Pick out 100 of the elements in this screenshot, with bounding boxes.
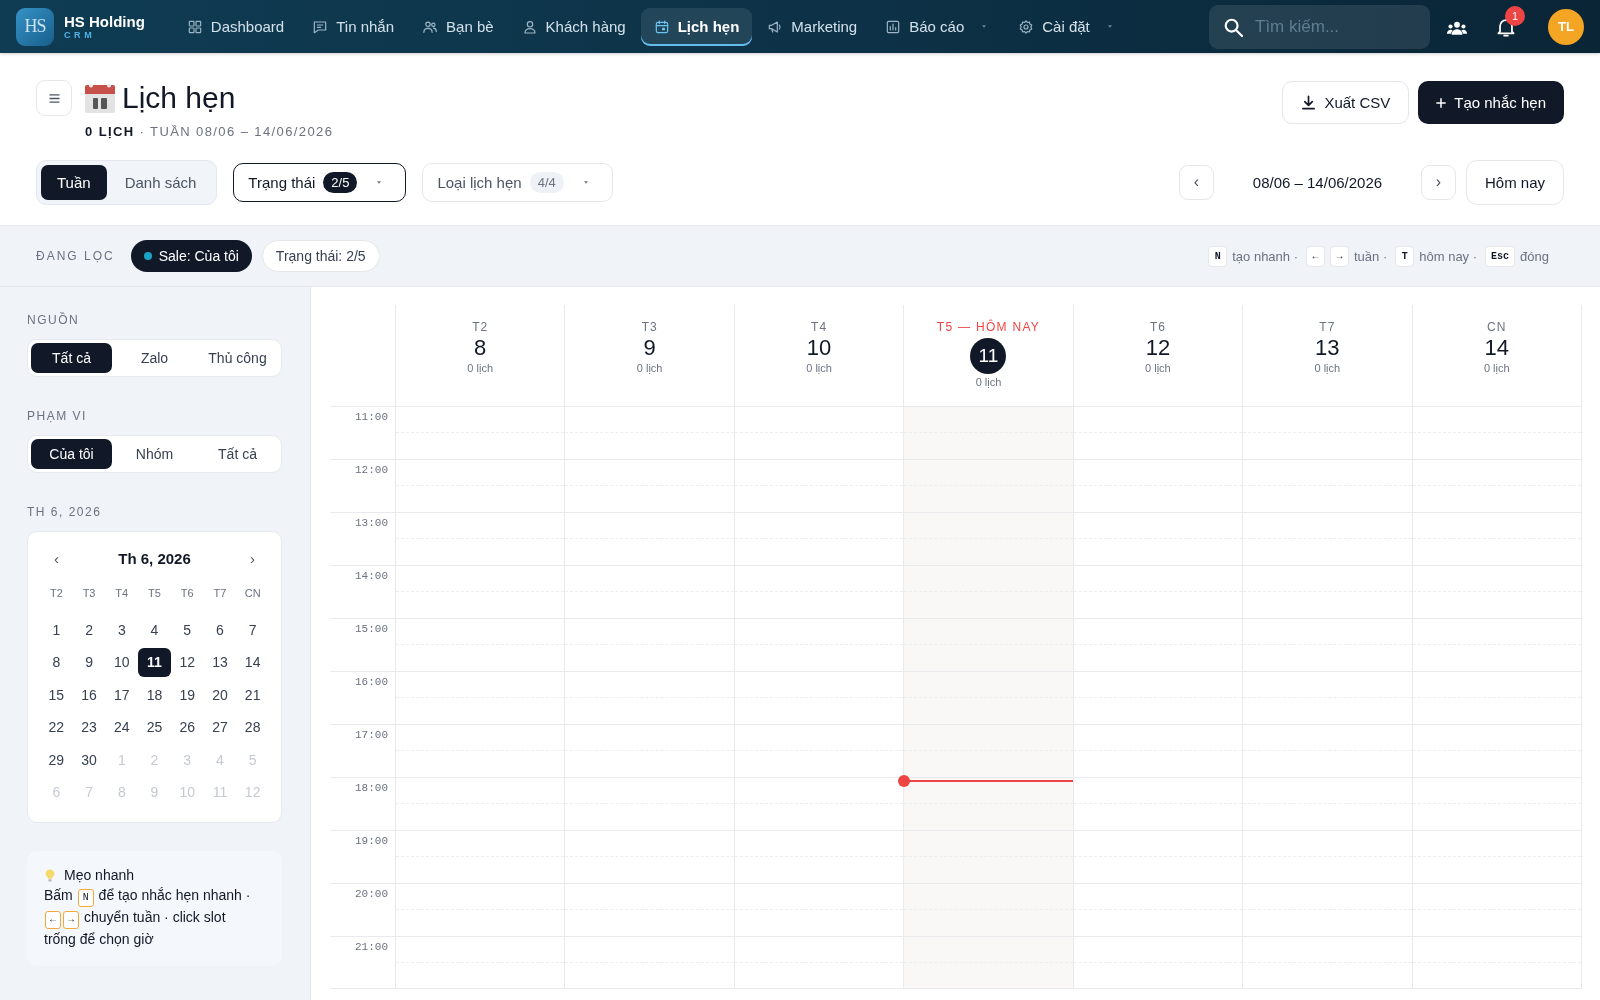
weekday-label: T4 — [114, 586, 130, 601]
calendar-day[interactable]: 20 — [203, 680, 237, 709]
weekday-label: T6 — [179, 586, 195, 601]
event-count: 0 lịch — [636, 361, 663, 375]
time-label: 11:00 — [354, 410, 389, 425]
segment-option[interactable]: Nhóm — [114, 439, 195, 469]
today-button[interactable]: Hôm nay — [1465, 159, 1564, 205]
menu-icon — [48, 93, 60, 103]
previous-week-button[interactable]: ‹ — [1178, 164, 1214, 200]
view-tab[interactable]: Tuần — [41, 164, 107, 200]
weekday-label: T5 — [147, 586, 162, 601]
export-csv-button[interactable]: Xuất CSV — [1282, 81, 1410, 124]
time-label: 16:00 — [354, 675, 389, 690]
time-label: 12:00 — [354, 463, 389, 478]
time-label: 19:00 — [354, 834, 389, 849]
calendar-day[interactable]: 17 — [105, 680, 139, 709]
calendar-day[interactable]: 24 — [105, 713, 139, 742]
plus-icon — [1436, 97, 1447, 108]
filter-dropdown[interactable]: Loại lịch hẹn 4/4 — [422, 162, 613, 202]
calendar-day[interactable]: 21 — [236, 680, 269, 709]
key-cap: T — [1395, 245, 1415, 267]
calendar-day[interactable]: 13 — [203, 648, 237, 677]
calendar-icon — [653, 18, 670, 35]
calendar-day[interactable]: 8 — [40, 648, 73, 677]
calendar-day[interactable]: 1 — [40, 615, 73, 644]
key-cap: Esc — [1485, 245, 1516, 267]
calendar-day[interactable]: 22 — [40, 713, 73, 742]
month-title: Th 6, 2026 — [118, 549, 191, 567]
weekday-label: T3 — [81, 586, 97, 601]
calendar-day[interactable]: 12 — [170, 648, 204, 677]
calendar-day[interactable]: 27 — [203, 713, 237, 742]
weekday-label: T5 — HÔM NAY — [936, 320, 1041, 334]
nav-tab[interactable]: Khách hàng — [508, 7, 639, 46]
create-reminder-button[interactable]: Tạo nhắc hẹn — [1418, 81, 1564, 124]
previous-month-button[interactable]: ‹ — [48, 549, 65, 567]
shortcut-label: đóng — [1520, 248, 1549, 264]
filter-chip[interactable]: Sale: Của tôi — [130, 240, 252, 272]
calendar-page-icon — [84, 82, 116, 114]
key-cap: → — [1330, 245, 1349, 267]
day-number: 13 — [1315, 335, 1340, 361]
time-label: 17:00 — [354, 728, 389, 743]
nav-tab[interactable]: Dashboard — [173, 7, 298, 46]
nav-tab[interactable]: Báo cáo — [872, 7, 1004, 46]
next-month-button[interactable]: › — [244, 549, 261, 567]
nav-tab[interactable]: Marketing — [754, 7, 871, 46]
calendar-day[interactable]: 14 — [236, 648, 269, 677]
event-count: 0 lịch — [806, 361, 832, 375]
section-label: TH 6, 2026 — [27, 505, 103, 519]
segment-option[interactable]: Của tôi — [31, 439, 112, 469]
calendar-day[interactable]: 16 — [72, 680, 106, 709]
calendar-day[interactable]: 19 — [170, 680, 204, 709]
calendar-day[interactable]: 3 — [105, 615, 139, 644]
calendar-day[interactable]: 11 — [138, 648, 171, 677]
nav-tab[interactable]: Tin nhắn — [299, 7, 408, 46]
settings-icon — [1018, 18, 1035, 35]
day-number: 12 — [1145, 335, 1171, 361]
weekday-label: T7 — [212, 586, 228, 601]
weekday-label: T6 — [1149, 320, 1166, 334]
next-week-button[interactable]: › — [1420, 164, 1456, 200]
logo: HS — [16, 7, 54, 46]
calendar-day[interactable]: 28 — [236, 713, 269, 742]
calendar-day[interactable]: 7 — [236, 615, 269, 644]
nav-tab[interactable]: Lịch hẹn — [640, 7, 753, 46]
segment-option[interactable]: Tất cả — [31, 343, 112, 373]
segment-option[interactable]: Tất cả — [197, 439, 278, 469]
calendar-day[interactable]: 10 — [105, 648, 139, 677]
section-label: NGUỒN — [27, 313, 81, 327]
calendar-day[interactable]: 5 — [170, 615, 204, 644]
caret-icon — [377, 180, 382, 184]
menu-button[interactable] — [36, 80, 72, 116]
weekday-label: T3 — [641, 320, 658, 334]
search-icon — [1223, 16, 1243, 37]
caret-icon — [583, 180, 588, 184]
calendar-day[interactable]: 29 — [40, 745, 73, 774]
brand-name: HS Holding — [64, 12, 145, 30]
calendar-day[interactable]: 18 — [138, 680, 171, 709]
weekday-label: T2 — [48, 586, 64, 601]
time-label: 20:00 — [354, 887, 389, 902]
calendar-day[interactable]: 4 — [138, 615, 171, 644]
bar-chart-icon — [885, 18, 902, 35]
filter-dropdown[interactable]: Trạng thái 2/5 — [233, 162, 407, 202]
segment-option[interactable]: Zalo — [114, 343, 195, 373]
time-label: 14:00 — [354, 569, 389, 584]
segment-option[interactable]: Thủ công — [197, 343, 278, 373]
filter-chip[interactable]: Trạng thái: 2/5 — [261, 240, 380, 272]
nav-tab[interactable]: Bạn bè — [409, 7, 507, 46]
calendar-day[interactable]: 9 — [72, 648, 106, 677]
appointment-count: 0 LỊCH — [85, 123, 135, 141]
calendar-day[interactable]: 15 — [40, 680, 73, 709]
calendar-day[interactable]: 26 — [170, 713, 204, 742]
calendar-day[interactable]: 23 — [72, 713, 106, 742]
calendar-day[interactable]: 6 — [203, 615, 237, 644]
nav-tab[interactable]: Cài đặt — [1005, 7, 1129, 46]
calendar-day[interactable]: 30 — [72, 745, 106, 774]
calendar-day[interactable]: 25 — [138, 713, 171, 742]
day-number: 11 — [970, 338, 1007, 374]
weekday-label: CN — [243, 586, 262, 601]
view-tab[interactable]: Danh sách — [108, 164, 213, 200]
grid-icon — [186, 18, 203, 35]
calendar-day[interactable]: 2 — [72, 615, 106, 644]
